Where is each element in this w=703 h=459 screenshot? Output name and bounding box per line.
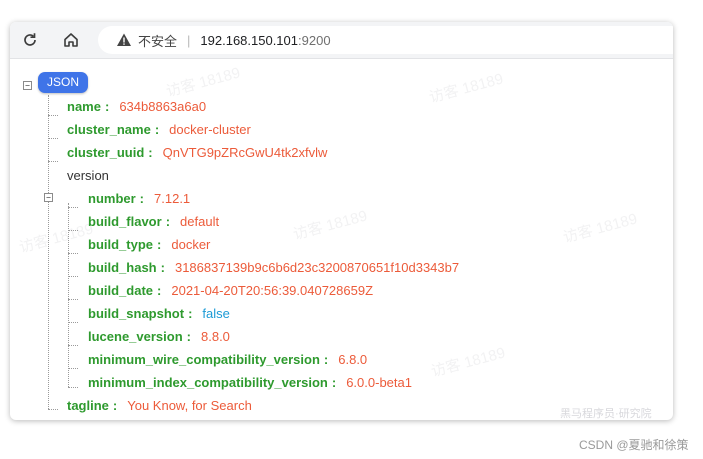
site-watermark: 黑马程序员·研究院 xyxy=(560,408,652,420)
json-root-badge[interactable]: JSON xyxy=(38,72,89,93)
json-colon: : xyxy=(165,214,171,229)
json-value: 634b8863a6a0 xyxy=(119,99,207,114)
url-host: 192.168.150.101 xyxy=(200,32,299,48)
json-value: 3186837139b9c6b6d23c3200870651f10d3343b7 xyxy=(174,260,460,275)
watermark: 访客 18189 xyxy=(561,210,640,247)
tree-guide xyxy=(68,276,78,277)
json-colon: : xyxy=(139,191,145,206)
tree-guide xyxy=(68,322,78,323)
json-row: name:634b8863a6a0 xyxy=(67,99,206,115)
tree-guide xyxy=(68,253,78,254)
watermark: 访客 18189 xyxy=(427,70,506,107)
tree-guide xyxy=(68,230,78,231)
json-value: false xyxy=(202,306,230,321)
json-key: build_hash xyxy=(88,260,157,275)
watermark: 访客 18189 xyxy=(429,344,508,381)
home-icon[interactable] xyxy=(59,28,83,52)
json-row: minimum_index_compatibility_version:6.0.… xyxy=(88,375,412,391)
tree-guide xyxy=(68,299,78,300)
json-colon: : xyxy=(331,375,337,390)
json-colon: : xyxy=(148,145,153,160)
json-key: build_type xyxy=(88,237,154,252)
address-divider: | xyxy=(187,32,191,48)
json-row-version[interactable]: version xyxy=(67,168,109,184)
tree-guide xyxy=(48,95,49,409)
json-row: tagline: You Know, for Search xyxy=(67,398,252,414)
json-value: QnVTG9pZRcGwU4tk2xfvlw xyxy=(162,145,328,160)
json-key: minimum_index_compatibility_version xyxy=(88,375,328,390)
json-key: build_date xyxy=(88,283,154,298)
collapse-minus-icon[interactable]: − xyxy=(44,193,53,202)
json-value: docker-cluster xyxy=(169,122,251,137)
json-key: cluster_name xyxy=(67,122,151,137)
json-viewer: 访客 18189 访客 18189 访客 18189 访客 18189 访客 1… xyxy=(10,59,673,420)
json-key: cluster_uuid xyxy=(67,145,145,160)
tree-guide xyxy=(68,368,78,369)
json-row: number:7.12.1 xyxy=(88,191,190,207)
json-row: cluster_name: docker-cluster xyxy=(67,122,251,138)
json-row: build_date:2021-04-20T20:56:39.040728659… xyxy=(88,283,373,299)
json-key: tagline xyxy=(67,398,109,413)
security-label[interactable]: 不安全 xyxy=(138,31,177,50)
json-value: default xyxy=(180,214,220,229)
json-colon: : xyxy=(157,237,162,252)
json-colon: : xyxy=(323,352,329,367)
tree-guide xyxy=(48,161,58,162)
json-value: 8.8.0 xyxy=(201,329,230,344)
warning-icon[interactable] xyxy=(116,32,132,48)
json-key: minimum_wire_compatibility_version xyxy=(88,352,320,367)
json-colon: : xyxy=(188,306,193,321)
tree-guide xyxy=(48,138,58,139)
json-row: build_snapshot: false xyxy=(88,306,230,322)
tree-guide xyxy=(48,115,58,116)
tree-guide xyxy=(48,409,58,410)
json-value: 2021-04-20T20:56:39.040728659Z xyxy=(171,283,374,298)
json-row: minimum_wire_compatibility_version:6.8.0 xyxy=(88,352,367,368)
tree-guide xyxy=(68,345,78,346)
tree-guide xyxy=(68,207,78,208)
json-key: build_flavor xyxy=(88,214,162,229)
json-colon: : xyxy=(112,398,118,413)
json-value: 6.0.0-beta1 xyxy=(346,375,412,390)
json-row: lucene_version:8.8.0 xyxy=(88,329,230,345)
json-value: You Know, for Search xyxy=(127,398,252,413)
json-colon: : xyxy=(160,260,165,275)
json-key: lucene_version xyxy=(88,329,183,344)
json-value: docker xyxy=(171,237,211,252)
browser-toolbar: 不安全 | 192.168.150.101:9200 xyxy=(10,22,673,59)
json-row: build_flavor: default xyxy=(88,214,219,230)
json-value: 7.12.1 xyxy=(154,191,191,206)
json-key: build_snapshot xyxy=(88,306,185,321)
json-colon: : xyxy=(157,283,162,298)
reload-icon[interactable] xyxy=(18,28,42,52)
author-credit: CSDN @夏驰和徐策 xyxy=(579,438,689,452)
watermark: 访客 18189 xyxy=(164,64,243,101)
json-colon: : xyxy=(186,329,191,344)
json-row: build_hash:3186837139b9c6b6d23c320087065… xyxy=(88,260,459,276)
address-bar[interactable]: 不安全 | 192.168.150.101:9200 xyxy=(98,26,673,54)
collapse-minus-icon[interactable]: − xyxy=(23,81,32,90)
watermark: 访客 18189 xyxy=(17,220,96,257)
tree-guide xyxy=(68,387,78,388)
json-object-label: version xyxy=(67,168,109,183)
json-row: build_type: docker xyxy=(88,237,210,253)
watermark: 访客 18189 xyxy=(291,207,370,244)
json-row: cluster_uuid: QnVTG9pZRcGwU4tk2xfvlw xyxy=(67,145,327,161)
json-key: number xyxy=(88,191,136,206)
json-colon: : xyxy=(104,99,110,114)
browser-window: 不安全 | 192.168.150.101:9200 访客 18189 访客 1… xyxy=(10,22,673,420)
json-colon: : xyxy=(154,122,160,137)
json-key: name xyxy=(67,99,101,114)
url-port: :9200 xyxy=(298,32,331,48)
json-value: 6.8.0 xyxy=(338,352,368,367)
